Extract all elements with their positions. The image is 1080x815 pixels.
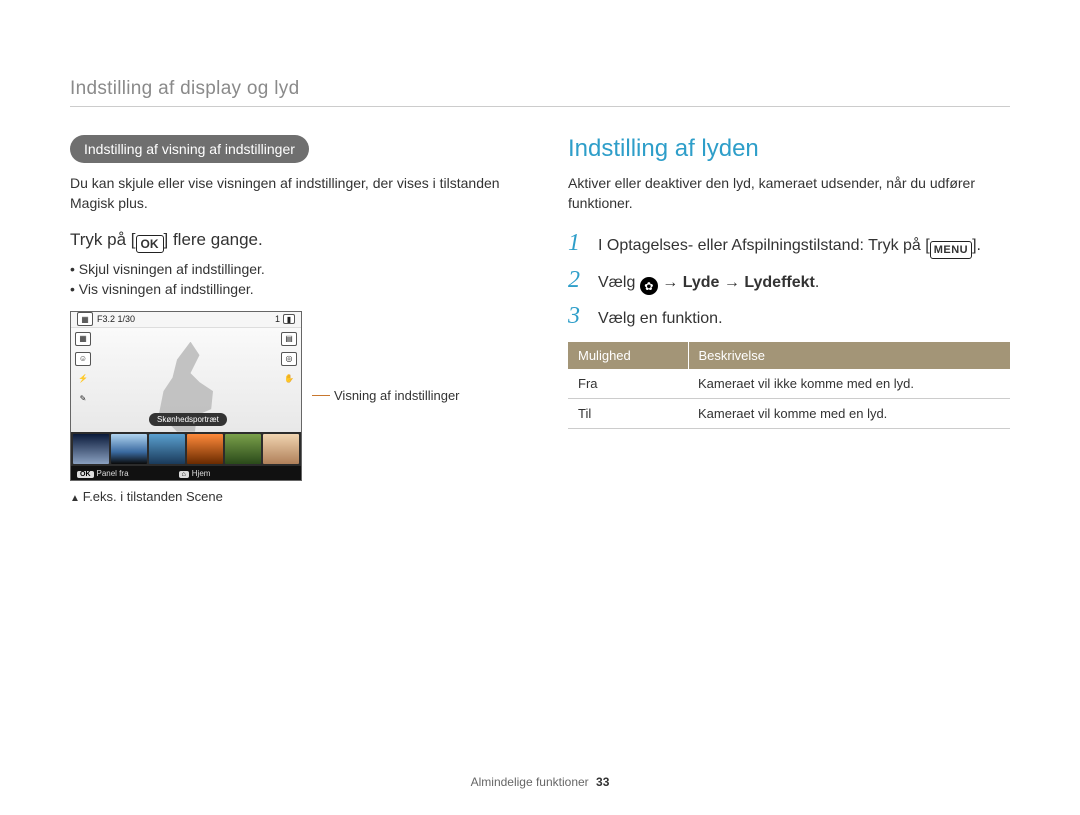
camera-bottom-right: ⌂Hjem: [179, 469, 211, 478]
steps-list: 1 I Optagelses- eller Afspilningstilstan…: [568, 230, 1010, 331]
table-header-row: Mulighed Beskrivelse: [568, 342, 1010, 369]
camera-screenshot: ▦ F3.2 1/30 1 ▮ ▦ ☺ ⚡: [70, 311, 302, 481]
camera-thumb-strip: [71, 432, 301, 466]
press-pre: Tryk på [: [70, 230, 136, 249]
camera-figure-row: ▦ F3.2 1/30 1 ▮ ▦ ☺ ⚡: [70, 311, 512, 481]
stabilize-icon: ✋: [281, 372, 297, 386]
ok-button-icon: OK: [136, 235, 164, 253]
press-post: ] flere gange.: [164, 230, 263, 249]
page-number: 33: [596, 775, 609, 789]
leader-label: Visning af indstillinger: [334, 388, 460, 403]
home-label: Hjem: [192, 469, 211, 478]
grid-icon: ▦: [75, 332, 91, 346]
flash-icon: ⚡: [75, 372, 91, 386]
step-text: I Optagelses- eller Afspilningstilstand:…: [598, 237, 981, 259]
step2-b1: Lyde: [683, 274, 720, 291]
thumb: [149, 434, 185, 464]
columns: Indstilling af visning af indstillinger …: [70, 135, 1010, 504]
option-cell: Fra: [568, 369, 688, 399]
step-text: Vælg en funktion.: [598, 310, 723, 328]
thumb: [225, 434, 261, 464]
list-item: Skjul visningen af indstillinger.: [70, 261, 512, 277]
camera-counter: 1: [275, 314, 280, 324]
intro-text: Du kan skjule eller vise visningen af in…: [70, 173, 512, 214]
step1-pre: I Optagelses- eller Afspilningstilstand:…: [598, 237, 930, 254]
left-column: Indstilling af visning af indstillinger …: [70, 135, 512, 504]
gear-icon: ✿: [640, 277, 658, 295]
menu-button-icon: MENU: [930, 241, 972, 259]
face-icon: ☺: [75, 352, 91, 366]
target-icon: ◎: [281, 352, 297, 366]
step-number: 3: [568, 303, 586, 330]
thumb: [263, 434, 299, 464]
table-row: Til Kameraet vil komme med en lyd.: [568, 399, 1010, 429]
thumb: [187, 434, 223, 464]
right-intro: Aktiver eller deaktiver den lyd, kamerae…: [568, 173, 1010, 214]
camera-bottom-bar: OKPanel fra ⌂Hjem: [71, 466, 301, 481]
press-instruction: Tryk på [OK] flere gange.: [70, 230, 512, 253]
camera-top-bar: ▦ F3.2 1/30 1 ▮: [71, 312, 301, 328]
setting-icon: ▤: [281, 332, 297, 346]
step-1: 1 I Optagelses- eller Afspilningstilstan…: [568, 230, 1010, 259]
camera-exposure: F3.2 1/30: [97, 314, 135, 324]
step1-post: ].: [972, 237, 981, 254]
page-header: Indstilling af display og lyd: [70, 78, 1010, 100]
right-column: Indstilling af lyden Aktiver eller deakt…: [568, 135, 1010, 504]
table-header: Beskrivelse: [688, 342, 1010, 369]
panel-off-label: Panel fra: [97, 469, 129, 478]
leader-line: Visning af indstillinger: [312, 388, 460, 403]
battery-icon: ▮: [283, 314, 295, 324]
camera-right-icons: ▤ ◎ ✋: [281, 332, 297, 386]
step-number: 2: [568, 267, 586, 294]
camera-preview: ▦ ☺ ⚡ ✎ ▤ ◎ ✋ Skønhedsportræt: [71, 328, 301, 432]
ev-icon: ✎: [75, 392, 91, 406]
step-text: Vælg ✿ → Lyde → Lydeffekt.: [598, 274, 819, 296]
list-item: Vis visningen af indstillinger.: [70, 281, 512, 297]
header-rule: [70, 106, 1010, 107]
options-table: Mulighed Beskrivelse Fra Kameraet vil ik…: [568, 342, 1010, 429]
mode-icon: ▦: [77, 312, 93, 326]
figure-caption: F.eks. i tilstanden Scene: [70, 489, 512, 504]
step-2: 2 Vælg ✿ → Lyde → Lydeffekt.: [568, 267, 1010, 296]
desc-cell: Kameraet vil komme med en lyd.: [688, 399, 1010, 429]
page: Indstilling af display og lyd Indstillin…: [0, 0, 1080, 815]
section-title: Indstilling af lyden: [568, 135, 1010, 163]
thumb: [73, 434, 109, 464]
desc-cell: Kameraet vil ikke komme med en lyd.: [688, 369, 1010, 399]
table-header: Mulighed: [568, 342, 688, 369]
option-cell: Til: [568, 399, 688, 429]
table-row: Fra Kameraet vil ikke komme med en lyd.: [568, 369, 1010, 399]
home-chip-icon: ⌂: [179, 471, 189, 478]
camera-left-icons: ▦ ☺ ⚡ ✎: [75, 332, 91, 406]
ok-chip-icon: OK: [77, 471, 94, 478]
step-3: 3 Vælg en funktion.: [568, 303, 1010, 330]
step-number: 1: [568, 230, 586, 257]
footer-section: Almindelige funktioner: [471, 775, 589, 789]
camera-bottom-left: OKPanel fra: [77, 469, 129, 478]
section-pill: Indstilling af visning af indstillinger: [70, 135, 309, 163]
step2-pre: Vælg: [598, 274, 640, 291]
bullet-list: Skjul visningen af indstillinger. Vis vi…: [70, 261, 512, 297]
step2-b2: Lydeffekt: [744, 274, 815, 291]
thumb: [111, 434, 147, 464]
camera-mode-label: Skønhedsportræt: [149, 413, 227, 426]
page-footer: Almindelige funktioner 33: [0, 775, 1080, 789]
